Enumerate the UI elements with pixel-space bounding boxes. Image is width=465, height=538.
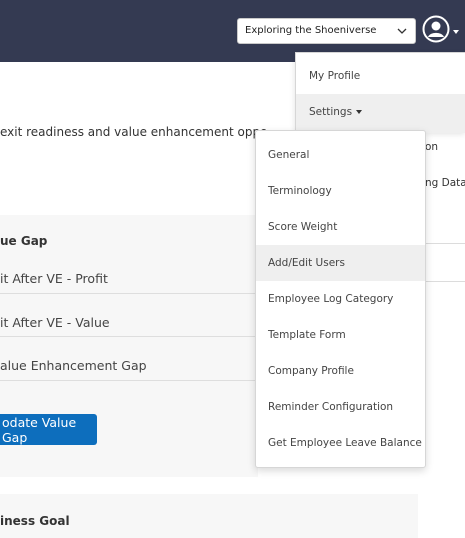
divider (424, 281, 465, 282)
divider (424, 243, 465, 244)
value-gap-title: ue Gap (0, 234, 48, 248)
menu-item-employee-log-category[interactable]: Employee Log Category (256, 281, 425, 317)
list-item: it After VE - Value (0, 315, 110, 330)
divider (0, 293, 258, 294)
menu-item-general[interactable]: General (256, 137, 425, 173)
divider (0, 336, 258, 337)
company-select[interactable]: Exploring the Shoeniverse (237, 18, 416, 44)
partial-text: on (425, 141, 439, 153)
user-avatar-icon[interactable] (422, 15, 450, 43)
chevron-down-icon (397, 28, 407, 34)
menu-item-label: Terminology (268, 185, 332, 197)
profile-dropdown-menu: My Profile Settings (295, 52, 465, 133)
partial-text: ng Data (425, 177, 465, 189)
caret-down-icon (356, 110, 363, 114)
menu-item-score-weight[interactable]: Score Weight (256, 209, 425, 245)
caret-down-icon[interactable] (453, 30, 459, 34)
menu-item-get-employee-leave-balance[interactable]: Get Employee Leave Balance (256, 425, 425, 461)
menu-item-label: Employee Log Category (268, 293, 394, 305)
menu-item-label: Company Profile (268, 365, 354, 377)
menu-item-label: Reminder Configuration (268, 401, 394, 413)
list-item: alue Enhancement Gap (0, 358, 147, 373)
menu-item-label: Get Employee Leave Balance (268, 437, 422, 449)
menu-item-reminder-configuration[interactable]: Reminder Configuration (256, 389, 425, 425)
menu-item-label: Template Form (268, 329, 346, 341)
settings-submenu: General Terminology Score Weight Add/Edi… (255, 130, 426, 468)
menu-item-template-form[interactable]: Template Form (256, 317, 425, 353)
divider (0, 380, 258, 381)
menu-item-company-profile[interactable]: Company Profile (256, 353, 425, 389)
menu-item-label: My Profile (309, 70, 361, 82)
update-value-gap-button[interactable]: odate Value Gap (0, 414, 97, 445)
menu-item-label: Settings (309, 106, 353, 118)
menu-item-label: General (268, 149, 310, 161)
business-goal-title: iness Goal (0, 514, 70, 528)
menu-item-label: Add/Edit Users (268, 257, 345, 269)
intro-text: exit readiness and value enhancement opp… (0, 125, 268, 139)
menu-item-label: Score Weight (268, 221, 338, 233)
list-item: it After VE - Profit (0, 271, 108, 286)
menu-item-settings[interactable]: Settings (296, 94, 465, 133)
menu-item-terminology[interactable]: Terminology (256, 173, 425, 209)
company-select-value: Exploring the Shoeniverse (245, 25, 377, 36)
menu-item-my-profile[interactable]: My Profile (296, 58, 465, 94)
menu-item-add-edit-users[interactable]: Add/Edit Users (256, 245, 425, 281)
